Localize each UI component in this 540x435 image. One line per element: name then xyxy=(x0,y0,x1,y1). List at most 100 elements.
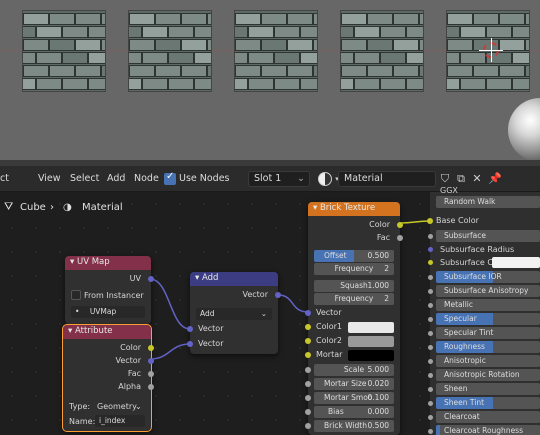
uvmap-field[interactable]: • UVMap xyxy=(71,306,145,318)
brick xyxy=(23,39,49,51)
subsurface-color-swatch[interactable] xyxy=(492,257,540,268)
subsurface-ior-socket[interactable] xyxy=(428,275,433,280)
collapse-icon[interactable]: ▾ xyxy=(195,273,202,283)
color2-swatch[interactable] xyxy=(348,336,394,347)
anisotropic-socket[interactable] xyxy=(428,359,433,364)
metallic-socket[interactable] xyxy=(428,303,433,308)
node-canvas[interactable]: ⛛ Cube › ◑ Material ▾ UV Map UV From Ins… xyxy=(0,186,540,435)
distribution-value[interactable]: GGX xyxy=(440,186,458,195)
from-instancer-checkbox[interactable] xyxy=(71,290,81,300)
sheen-tint-socket[interactable] xyxy=(428,401,433,406)
mortar-size-field[interactable]: Mortar Size 0.020 xyxy=(314,378,394,390)
subsurface-anisotropy-socket[interactable] xyxy=(428,289,433,294)
attr-color-socket[interactable] xyxy=(148,345,154,351)
anisotropic-field[interactable]: Anisotropic xyxy=(436,355,540,367)
brick-texture-node[interactable]: ▾ Brick Texture Color Fac Offset 0.500 Fr… xyxy=(305,202,403,435)
subsurface-color-socket[interactable] xyxy=(428,260,433,265)
menu-node[interactable]: Node xyxy=(134,173,159,184)
brick-width-field[interactable]: Brick Width 0.500 xyxy=(314,420,394,432)
brick-width-socket[interactable] xyxy=(305,423,311,429)
collapse-icon[interactable]: ▾ xyxy=(70,257,77,267)
uvmap-node[interactable]: ▾ UV Map UV From Instancer • UVMap xyxy=(65,256,154,324)
clearcoat-socket[interactable] xyxy=(428,415,433,420)
material-name-field[interactable]: Material xyxy=(338,171,436,187)
vector-add-node[interactable]: ▾ Add Vector Add ⌄ Vector Vector xyxy=(187,272,281,354)
bias-socket[interactable] xyxy=(305,409,311,415)
use-nodes-checkbox[interactable] xyxy=(164,171,176,185)
slot-dropdown[interactable]: Slot 1 ⌄ xyxy=(248,171,310,187)
menu-add[interactable]: Add xyxy=(107,173,125,184)
subsurface-method-dropdown[interactable]: Random Walk xyxy=(436,196,540,208)
squash-frequency-value: 2 xyxy=(384,294,389,303)
sheen-tint-field[interactable]: Sheen Tint xyxy=(436,397,540,409)
attr-name-field[interactable]: i_index xyxy=(95,415,145,427)
clearcoat-label: Clearcoat xyxy=(444,412,480,421)
add-output-socket[interactable] xyxy=(275,292,281,298)
squash-frequency-field[interactable]: Frequency 2 xyxy=(314,293,394,305)
3d-cursor-icon[interactable] xyxy=(479,38,503,62)
scale-socket[interactable] xyxy=(305,367,311,373)
add-node-header[interactable]: ▾ Add xyxy=(190,272,278,286)
brick-color-out-socket[interactable] xyxy=(397,222,403,228)
attr-fac-socket[interactable] xyxy=(148,371,154,377)
uv-output-socket[interactable] xyxy=(148,276,154,282)
mortar-smooth-field[interactable]: Mortar Smoo 0.100 xyxy=(314,392,394,404)
principled-bsdf-node[interactable]: GGX Random Walk Base Color Subsurface Su… xyxy=(427,186,540,435)
duplicate-icon[interactable]: ⧉ xyxy=(454,172,468,186)
pin-icon[interactable]: 📌 xyxy=(488,172,502,186)
base-color-socket[interactable] xyxy=(427,218,433,224)
3d-viewport[interactable] xyxy=(0,0,540,166)
brick-fac-out-socket[interactable] xyxy=(397,235,403,241)
mortar-socket[interactable] xyxy=(305,352,311,358)
offset-slider[interactable]: Offset 0.500 xyxy=(314,250,394,262)
attribute-node[interactable]: ▾ Attribute Color Vector Fac Alpha Type:… xyxy=(62,324,154,432)
add-input2-socket[interactable] xyxy=(187,341,193,347)
menu-select[interactable]: Select xyxy=(70,173,99,184)
scale-field[interactable]: Scale 5.000 xyxy=(314,364,394,376)
attr-vector-socket[interactable] xyxy=(148,358,154,364)
bias-field[interactable]: Bias 0.000 xyxy=(314,406,394,418)
subsurface-field[interactable]: Subsurface xyxy=(436,230,540,242)
color1-swatch[interactable] xyxy=(348,322,394,333)
anisotropic-rotation-socket[interactable] xyxy=(428,373,433,378)
roughness-field[interactable]: Roughness xyxy=(436,341,540,353)
attr-alpha-socket[interactable] xyxy=(148,384,154,390)
add-input1-socket[interactable] xyxy=(187,326,193,332)
color1-socket[interactable] xyxy=(305,324,311,330)
add-operation-dropdown[interactable]: Add ⌄ xyxy=(196,308,272,320)
specular-tint-field[interactable]: Specular Tint xyxy=(436,327,540,339)
subsurface-socket[interactable] xyxy=(428,234,433,239)
squash-field[interactable]: Squash 1.000 xyxy=(314,280,394,292)
collapse-icon[interactable]: ▾ xyxy=(313,203,320,213)
brick-vector-socket[interactable] xyxy=(305,310,311,316)
fake-user-shield-icon[interactable]: ⛉ xyxy=(438,172,452,186)
clearcoat-field[interactable]: Clearcoat xyxy=(436,411,540,423)
attribute-node-header[interactable]: ▾ Attribute xyxy=(63,325,151,339)
sheen-field[interactable]: Sheen xyxy=(436,383,540,395)
brick xyxy=(23,26,36,38)
close-icon[interactable]: ✕ xyxy=(470,172,484,186)
specular-tint-socket[interactable] xyxy=(428,331,433,336)
sheen-socket[interactable] xyxy=(428,387,433,392)
uvmap-node-header[interactable]: ▾ UV Map xyxy=(65,256,151,270)
mortar-smooth-socket[interactable] xyxy=(305,395,311,401)
collapse-icon[interactable]: ▾ xyxy=(68,326,75,336)
specular-field[interactable]: Specular xyxy=(436,313,540,325)
subsurface-ior-field[interactable]: Subsurface IOR xyxy=(436,271,540,283)
frequency-field[interactable]: Frequency 2 xyxy=(314,263,394,275)
mortar-swatch[interactable] xyxy=(348,350,394,361)
color2-socket[interactable] xyxy=(305,338,311,344)
specular-socket[interactable] xyxy=(428,317,433,322)
clearcoat-roughness-field[interactable]: Clearcoat Roughness xyxy=(436,425,540,435)
menu-select-partial[interactable]: ct xyxy=(0,173,9,184)
attr-type-dropdown[interactable]: Geometry xyxy=(97,402,137,411)
anisotropic-rotation-field[interactable]: Anisotropic Rotation xyxy=(436,369,540,381)
subsurface-radius-socket[interactable] xyxy=(428,247,433,252)
subsurface-anisotropy-field[interactable]: Subsurface Anisotropy xyxy=(436,285,540,297)
brick-node-header[interactable]: ▾ Brick Texture xyxy=(308,202,400,216)
metallic-field[interactable]: Metallic xyxy=(436,299,540,311)
roughness-socket[interactable] xyxy=(428,345,433,350)
mortar-size-socket[interactable] xyxy=(305,381,311,387)
clearcoat-roughness-socket[interactable] xyxy=(428,429,433,434)
menu-view[interactable]: View xyxy=(38,173,61,184)
